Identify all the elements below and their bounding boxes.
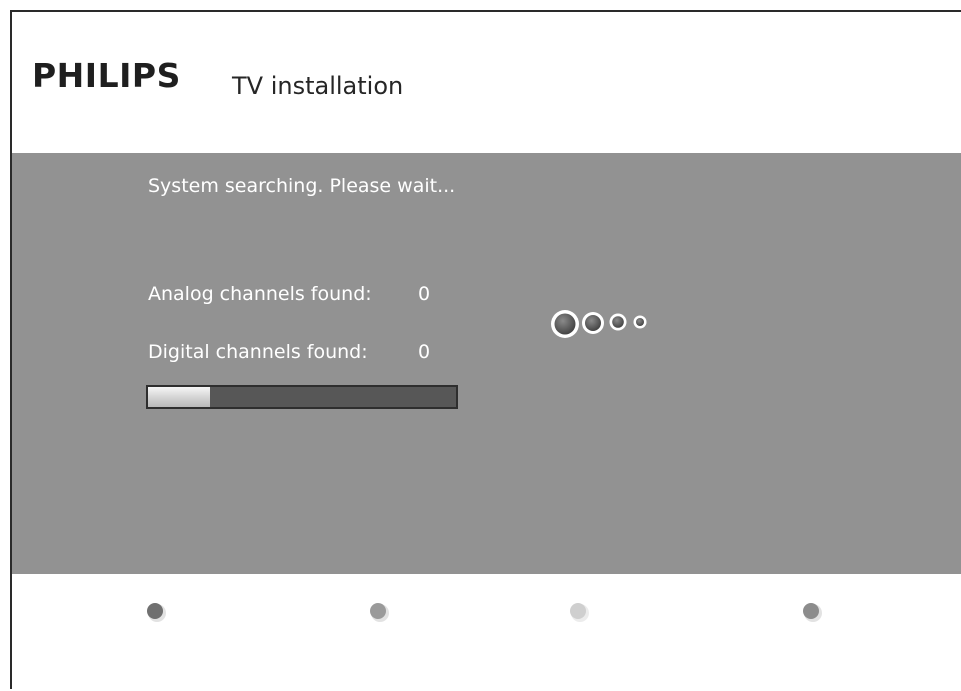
search-progress-bar xyxy=(146,385,458,409)
yellow-key-icon[interactable] xyxy=(567,600,591,624)
green-key-icon[interactable] xyxy=(367,600,391,624)
spinner-dot-large xyxy=(551,310,579,338)
spinner-dot-medium xyxy=(582,312,604,334)
analog-channels-label: Analog channels found: xyxy=(148,283,372,305)
philips-logo: PHILIPS xyxy=(32,56,181,95)
analog-channels-count: 0 xyxy=(418,283,431,305)
search-progress-fill xyxy=(148,387,210,407)
digital-channels-row: Digital channels found: 0 xyxy=(148,341,430,363)
spinner-dot-tiny xyxy=(633,315,647,329)
header: PHILIPS TV installation xyxy=(12,12,961,153)
status-message: System searching. Please wait... xyxy=(148,175,456,197)
color-key-bar xyxy=(12,574,961,691)
installation-panel: System searching. Please wait... Analog … xyxy=(12,153,961,574)
analog-channels-row: Analog channels found: 0 xyxy=(148,283,430,305)
spinner-dot-small xyxy=(609,313,627,331)
blue-key-icon[interactable] xyxy=(800,600,824,624)
red-key-icon[interactable] xyxy=(144,600,168,624)
tv-screen: PHILIPS TV installation System searching… xyxy=(10,10,961,691)
page-title: TV installation xyxy=(232,72,404,100)
digital-channels-count: 0 xyxy=(418,341,431,363)
busy-dots-icon xyxy=(551,310,647,338)
digital-channels-label: Digital channels found: xyxy=(148,341,368,363)
